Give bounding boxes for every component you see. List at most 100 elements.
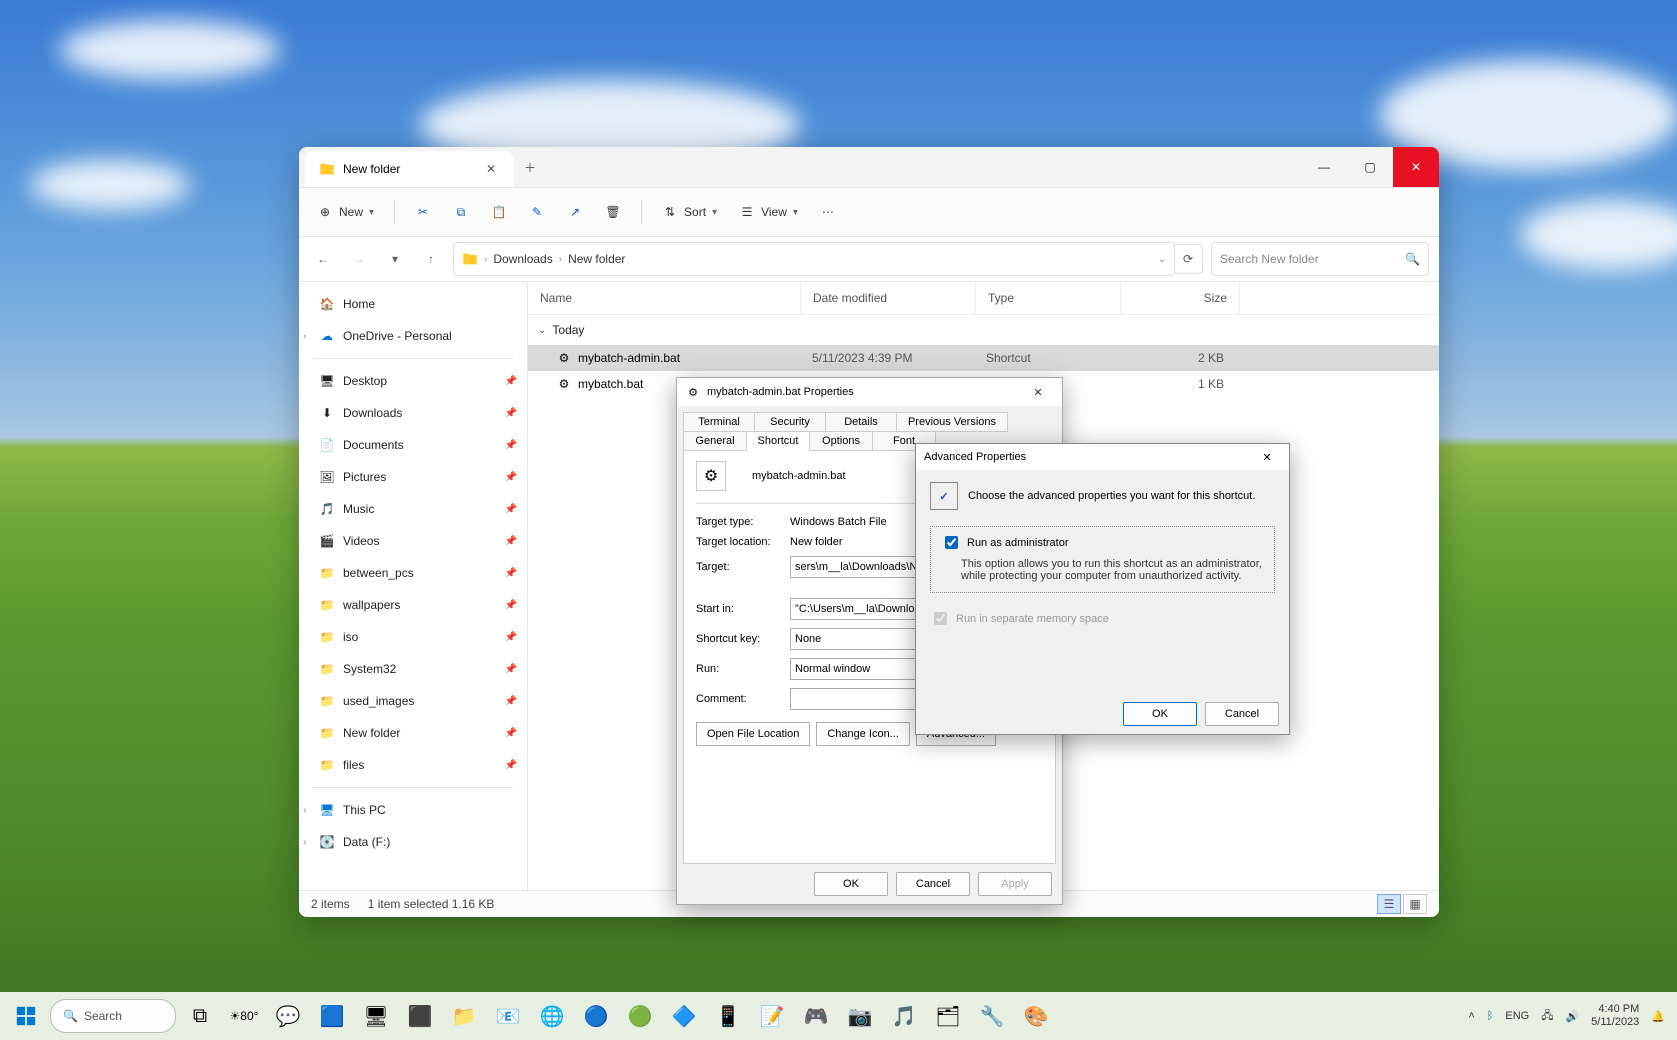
nav-drive[interactable]: ›💽Data (F:) — [299, 826, 527, 858]
tab-shortcut[interactable]: Shortcut — [746, 431, 810, 451]
chevron-right-icon[interactable]: › — [303, 331, 306, 342]
up-button[interactable]: ↑ — [417, 245, 445, 273]
group-header[interactable]: ⌄Today — [528, 315, 1439, 345]
icons-view-button[interactable]: ▦ — [1403, 894, 1427, 914]
nav-home[interactable]: 🏠Home — [299, 288, 527, 320]
taskbar-app[interactable]: 🗂 — [928, 996, 968, 1036]
nav-onedrive[interactable]: ›☁OneDrive - Personal — [299, 320, 527, 352]
col-date[interactable]: Date modified — [801, 282, 976, 314]
dialog-titlebar[interactable]: ⚙ mybatch-admin.bat Properties ✕ — [677, 378, 1062, 406]
notifications-icon[interactable]: 🔔 — [1651, 1010, 1665, 1023]
cancel-button[interactable]: Cancel — [1205, 702, 1279, 726]
run-as-admin-checkbox[interactable]: Run as administrator — [941, 533, 1264, 552]
recent-button[interactable]: ▾ — [381, 245, 409, 273]
taskbar-app[interactable]: 🎨 — [1016, 996, 1056, 1036]
tab-previous-versions[interactable]: Previous Versions — [896, 412, 1008, 432]
view-button[interactable]: ☰View▾ — [731, 196, 806, 228]
col-size[interactable]: Size — [1121, 282, 1240, 314]
volume-icon[interactable]: 🔊 — [1565, 1010, 1579, 1023]
file-row[interactable]: ⚙mybatch-admin.bat5/11/2023 4:39 PMShort… — [528, 345, 1439, 371]
nav-quick-item[interactable]: ⬇Downloads📌 — [299, 397, 527, 429]
chevron-right-icon[interactable]: › — [303, 837, 306, 848]
taskbar-app[interactable]: 📱 — [708, 996, 748, 1036]
more-button[interactable]: ⋯ — [812, 196, 844, 228]
window-tab[interactable]: New folder ✕ — [305, 151, 513, 187]
nav-quick-item[interactable]: 🎵Music📌 — [299, 493, 527, 525]
change-icon-button[interactable]: Change Icon... — [816, 722, 910, 746]
chevron-right-icon[interactable]: › — [484, 254, 487, 265]
taskbar-app[interactable]: 🔷 — [664, 996, 704, 1036]
search-input[interactable]: Search New folder 🔍 — [1211, 242, 1429, 276]
nav-quick-item[interactable]: 📁System32📌 — [299, 653, 527, 685]
sort-button[interactable]: ⇅Sort▾ — [654, 196, 725, 228]
taskbar-app[interactable]: 🖥 — [356, 996, 396, 1036]
share-button[interactable]: ↗ — [559, 196, 591, 228]
tab-terminal[interactable]: Terminal — [683, 412, 755, 432]
new-button[interactable]: ⊕New▾ — [309, 196, 382, 228]
taskbar-app[interactable]: 🔵 — [576, 996, 616, 1036]
start-button[interactable] — [6, 996, 46, 1036]
taskbar-app[interactable]: 💬 — [268, 996, 308, 1036]
close-button[interactable]: ✕ — [1022, 378, 1054, 406]
taskbar-app[interactable]: 📝 — [752, 996, 792, 1036]
forward-button[interactable]: → — [345, 245, 373, 273]
taskbar-app[interactable]: 📧 — [488, 996, 528, 1036]
ok-button[interactable]: OK — [1123, 702, 1197, 726]
dialog-titlebar[interactable]: Advanced Properties ✕ — [916, 444, 1289, 470]
copy-button[interactable]: ⧉ — [445, 196, 477, 228]
language-indicator[interactable]: ENG — [1505, 1010, 1529, 1022]
tab-general[interactable]: General — [683, 431, 747, 451]
details-view-button[interactable]: ☰ — [1377, 894, 1401, 914]
taskbar-explorer[interactable]: 📁 — [444, 996, 484, 1036]
tab-security[interactable]: Security — [754, 412, 826, 432]
task-view-button[interactable]: ⧉ — [180, 996, 220, 1036]
nav-quick-item[interactable]: 📁New folder📌 — [299, 717, 527, 749]
new-tab-button[interactable]: ＋ — [513, 147, 547, 187]
chevron-right-icon[interactable]: › — [303, 805, 306, 816]
titlebar[interactable]: New folder ✕ ＋ — ▢ ✕ — [299, 147, 1439, 188]
close-button[interactable]: ✕ — [1393, 147, 1439, 187]
col-name[interactable]: Name — [528, 282, 801, 314]
taskbar-app[interactable]: 🔧 — [972, 996, 1012, 1036]
chevron-right-icon[interactable]: › — [559, 254, 562, 265]
ok-button[interactable]: OK — [814, 872, 888, 896]
network-icon[interactable]: 🖧 — [1541, 1007, 1553, 1026]
cancel-button[interactable]: Cancel — [896, 872, 970, 896]
apply-button[interactable]: Apply — [978, 872, 1052, 896]
system-tray[interactable]: ˄ ᛒ ENG 🖧 🔊 4:40 PM 5/11/2023 🔔 — [1468, 1003, 1671, 1029]
tab-details[interactable]: Details — [825, 412, 897, 432]
clock[interactable]: 4:40 PM 5/11/2023 — [1591, 1003, 1639, 1029]
taskbar-app[interactable]: 🟢 — [620, 996, 660, 1036]
paste-button[interactable]: 📋 — [483, 196, 515, 228]
nav-quick-item[interactable]: 📁iso📌 — [299, 621, 527, 653]
tray-chevron-icon[interactable]: ˄ — [1468, 1010, 1474, 1022]
nav-this-pc[interactable]: ›🖥This PC — [299, 794, 527, 826]
chevron-down-icon[interactable]: ⌄ — [1158, 254, 1166, 265]
minimize-button[interactable]: — — [1301, 147, 1347, 187]
refresh-button[interactable]: ⟳ — [1174, 244, 1203, 274]
cut-button[interactable]: ✂ — [407, 196, 439, 228]
nav-quick-item[interactable]: 📄Documents📌 — [299, 429, 527, 461]
taskbar-app[interactable]: 🟦 — [312, 996, 352, 1036]
nav-quick-item[interactable]: 📁between_pcs📌 — [299, 557, 527, 589]
back-button[interactable]: ← — [309, 245, 337, 273]
nav-quick-item[interactable]: 🎬Videos📌 — [299, 525, 527, 557]
taskbar-app[interactable]: 🎵 — [884, 996, 924, 1036]
rename-button[interactable]: ✎ — [521, 196, 553, 228]
nav-quick-item[interactable]: 🖼Pictures📌 — [299, 461, 527, 493]
close-button[interactable]: ✕ — [1253, 444, 1281, 470]
col-type[interactable]: Type — [976, 282, 1121, 314]
tab-options[interactable]: Options — [809, 431, 873, 451]
taskbar-search[interactable]: 🔍Search — [50, 999, 176, 1033]
taskbar-app[interactable]: 🎮 — [796, 996, 836, 1036]
tab-close-icon[interactable]: ✕ — [483, 161, 499, 177]
nav-quick-item[interactable]: 📁wallpapers📌 — [299, 589, 527, 621]
breadcrumb-item[interactable]: New folder — [568, 252, 625, 266]
breadcrumb[interactable]: › Downloads › New folder ⌄ — [453, 242, 1175, 276]
maximize-button[interactable]: ▢ — [1347, 147, 1393, 187]
bluetooth-icon[interactable]: ᛒ — [1487, 1010, 1494, 1022]
taskbar[interactable]: 🔍Search ⧉ ☀80° 💬 🟦 🖥 ⬛ 📁 📧 🌐 🔵 🟢 🔷 📱 📝 🎮… — [0, 992, 1677, 1040]
taskbar-app[interactable]: 📷 — [840, 996, 880, 1036]
nav-quick-item[interactable]: 📁used_images📌 — [299, 685, 527, 717]
taskbar-app[interactable]: ⬛ — [400, 996, 440, 1036]
